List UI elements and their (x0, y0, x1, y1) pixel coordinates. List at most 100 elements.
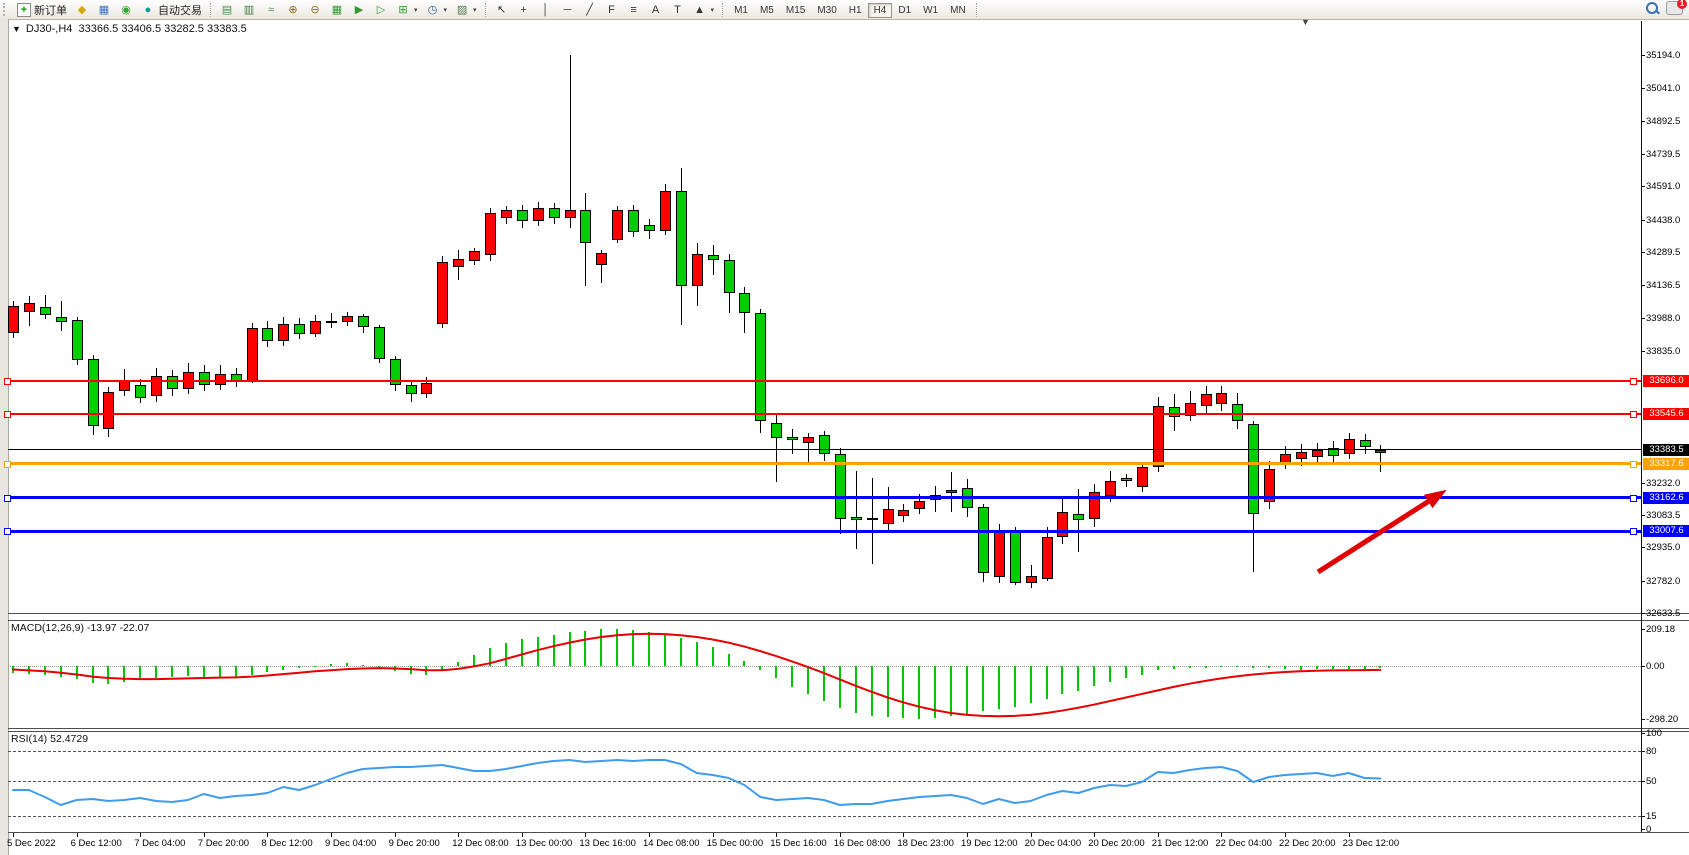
candle-body (1344, 439, 1355, 454)
horizontal-level-line[interactable] (8, 530, 1641, 533)
candle-body (1057, 512, 1068, 537)
price-axis-tick-label: 32782.0 (1646, 576, 1680, 587)
macd-axis-tick-label: 0.00 (1646, 661, 1665, 672)
rsi-axis-tick-label: 80 (1646, 746, 1657, 757)
candle-body (1121, 478, 1132, 482)
chart-ohlc-values: 33366.5 33406.5 33282.5 33383.5 (79, 23, 247, 35)
chart-menu-icon[interactable]: ▼ (12, 24, 21, 34)
line-handle[interactable] (4, 495, 11, 502)
price-level-label: 33317.6 (1643, 458, 1689, 470)
time-axis-tick (204, 833, 205, 837)
candle-body (517, 210, 528, 221)
price-axis-tick (1641, 318, 1645, 319)
price-axis-tick (1641, 121, 1645, 122)
line-handle[interactable] (1630, 528, 1637, 535)
price-axis-tick (1641, 154, 1645, 155)
time-axis-tick-label: 6 Dec 12:00 (71, 838, 122, 849)
candle-body (24, 303, 35, 312)
candle-body (803, 437, 814, 443)
line-handle[interactable] (1630, 495, 1637, 502)
horizontal-level-line[interactable] (8, 496, 1641, 499)
price-axis-tick-label: 34892.5 (1646, 116, 1680, 127)
time-axis-tick (267, 833, 268, 837)
price-level-label: 33696.0 (1643, 375, 1689, 387)
time-axis-tick (1094, 833, 1095, 837)
horizontal-level-line[interactable] (8, 380, 1641, 382)
price-axis-tick-label: 34591.0 (1646, 181, 1680, 192)
price-axis-tick (1641, 220, 1645, 221)
candle-wick (792, 429, 793, 454)
pane-splitter[interactable] (8, 728, 1689, 729)
line-handle[interactable] (4, 378, 11, 385)
candle-body (883, 509, 894, 524)
candle-body (135, 385, 146, 398)
horizontal-level-line[interactable] (8, 449, 1641, 450)
candle-body (1248, 424, 1259, 514)
macd-axis-tick (1641, 666, 1645, 667)
candle-wick (856, 471, 857, 548)
time-axis-tick-label: 20 Dec 20:00 (1088, 838, 1145, 849)
candle-body (485, 213, 496, 255)
candle-body (1073, 514, 1084, 521)
rsi-axis-tick-label: 0 (1646, 824, 1651, 835)
line-handle[interactable] (1630, 378, 1637, 385)
time-axis-tick-label: 18 Dec 23:00 (897, 838, 954, 849)
price-level-label: 33162.6 (1643, 492, 1689, 504)
line-handle[interactable] (1630, 411, 1637, 418)
line-handle[interactable] (4, 411, 11, 418)
price-axis-tick (1641, 515, 1645, 516)
candle-body (660, 191, 671, 231)
time-axis-tick (331, 833, 332, 837)
line-handle[interactable] (4, 461, 11, 468)
price-axis-tick (1641, 613, 1645, 614)
time-axis-tick (1285, 833, 1286, 837)
candle-wick (872, 478, 873, 564)
horizontal-level-line[interactable] (8, 413, 1641, 415)
candle-body (501, 210, 512, 218)
price-axis-tick-label: 33232.0 (1646, 478, 1680, 489)
candle-body (358, 316, 369, 327)
time-axis-tick-label: 7 Dec 20:00 (198, 838, 249, 849)
horizontal-level-line[interactable] (8, 462, 1641, 465)
candle-body (739, 293, 750, 313)
candle-body (867, 518, 878, 520)
pane-splitter[interactable] (8, 613, 1689, 614)
candle-body (247, 328, 258, 380)
time-axis-tick (458, 833, 459, 837)
candle-body (1010, 531, 1021, 582)
line-handle[interactable] (4, 528, 11, 535)
macd-indicator-label: MACD(12,26,9) -13.97 -22.07 (11, 622, 149, 634)
line-handle[interactable] (1630, 461, 1637, 468)
time-axis-tick (522, 833, 523, 837)
price-axis-tick-label: 32633.5 (1646, 608, 1680, 619)
price-axis-tick-label: 33835.0 (1646, 346, 1680, 357)
chart-canvas[interactable]: 35194.035041.034892.534739.534591.034438… (0, 0, 1689, 855)
chart-shift-marker[interactable]: ▼ (1301, 17, 1310, 27)
time-axis-tick-label: 21 Dec 12:00 (1152, 838, 1209, 849)
time-axis-tick (140, 833, 141, 837)
price-axis-line[interactable] (1641, 21, 1642, 832)
candle-body (1216, 393, 1227, 405)
time-axis-tick (1349, 833, 1350, 837)
candle-body (898, 510, 909, 516)
macd-axis-tick (1641, 719, 1645, 720)
candle-body (1296, 452, 1307, 459)
time-axis-tick-label: 9 Dec 04:00 (325, 838, 376, 849)
time-axis-tick (967, 833, 968, 837)
candle-body (692, 254, 703, 286)
time-axis-tick-label: 15 Dec 00:00 (707, 838, 764, 849)
time-axis-tick (903, 833, 904, 837)
candle-body (310, 321, 321, 334)
rsi-axis-tick-label: 50 (1646, 776, 1657, 787)
price-axis-tick (1641, 186, 1645, 187)
time-axis-tick (649, 833, 650, 837)
time-axis-tick-label: 22 Dec 04:00 (1215, 838, 1272, 849)
candle-body (708, 255, 719, 260)
time-axis-tick (585, 833, 586, 837)
candle-body (437, 262, 448, 324)
candle-body (1280, 454, 1291, 462)
time-axis-tick (840, 833, 841, 837)
macd-axis-tick (1641, 629, 1645, 630)
time-axis-tick (776, 833, 777, 837)
rsi-value: 52.4729 (50, 733, 88, 745)
